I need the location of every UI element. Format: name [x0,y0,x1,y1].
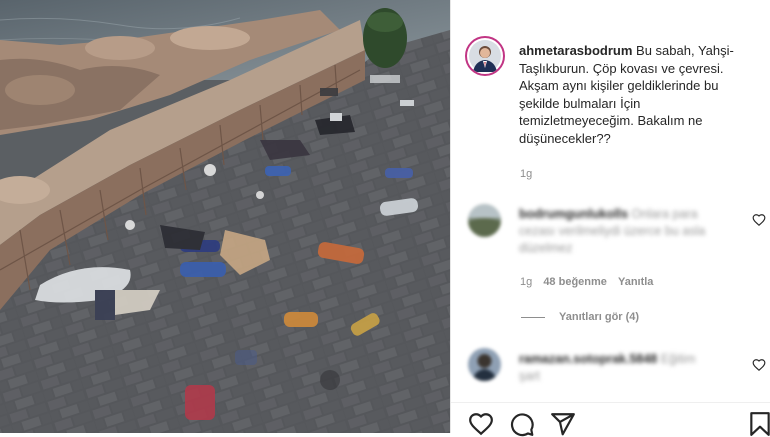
caption-line: Bu sabah, Yahşi- [636,43,734,58]
comment-line: şart [519,369,540,383]
commenter-avatar[interactable] [468,348,501,381]
person-avatar-icon [468,348,501,381]
actions-divider [451,402,770,403]
commenter-username[interactable]: bodrumgunlukolls [519,207,628,221]
heart-icon[interactable] [468,411,494,437]
comment-1-meta: 1g 48 beğenme Yanıtla [520,276,653,288]
person-avatar-icon [469,40,501,72]
comment-line: Onlara para [631,207,698,221]
caption-line: düşünecekler?? [519,130,611,146]
caption-line: şekilde bulmaları İçin [519,95,641,111]
comment-line: cezası verilmeliydi üzerce bu asla [519,224,706,238]
caption-line: Akşam aynı kişiler geldiklerinde bu [519,78,719,93]
commenter-username[interactable]: ramazan.sotoprak.5848 [519,352,657,366]
view-replies-line [521,316,545,318]
post-time: 1g [520,168,533,180]
view-replies-label: Yanıtları gör (4) [559,311,640,323]
send-icon[interactable] [550,411,576,437]
poster-avatar[interactable] [465,36,505,76]
reply-button[interactable]: Yanıtla [618,276,653,288]
comment-line: Eğitim [660,352,696,366]
post-side-panel: ahmetarasbodrum Bu sabah, Yahşi- Taşlıkb… [450,0,770,437]
poster-username[interactable]: ahmetarasbodrum [519,43,632,58]
comment-line: düzelmez [519,241,573,255]
comment-icon[interactable] [509,411,535,437]
post-photo [0,0,450,433]
caption-line: Taşlıkburun. Çöp kovası ve çevresi. [519,60,724,76]
comment-1-text: bodrumgunlukolls Onlara para cezası veri… [519,206,729,257]
comment-like-heart-icon[interactable] [752,213,766,227]
bookmark-icon[interactable] [747,411,770,437]
comment-like-heart-icon[interactable] [752,358,766,372]
comment-2-text: ramazan.sotoprak.5848 Eğitim şart [519,351,729,385]
comment-likes[interactable]: 48 beğenme [543,276,607,288]
caption-line: temizletmeyeceğim. Bakalım ne [519,113,703,128]
post-caption: ahmetarasbodrum Bu sabah, Yahşi- Taşlıkb… [519,42,764,147]
commenter-avatar[interactable] [468,204,501,237]
landscape-avatar-icon [468,204,501,237]
comment-time: 1g [520,276,533,288]
view-replies-button[interactable]: Yanıtları gör (4) [521,311,639,323]
